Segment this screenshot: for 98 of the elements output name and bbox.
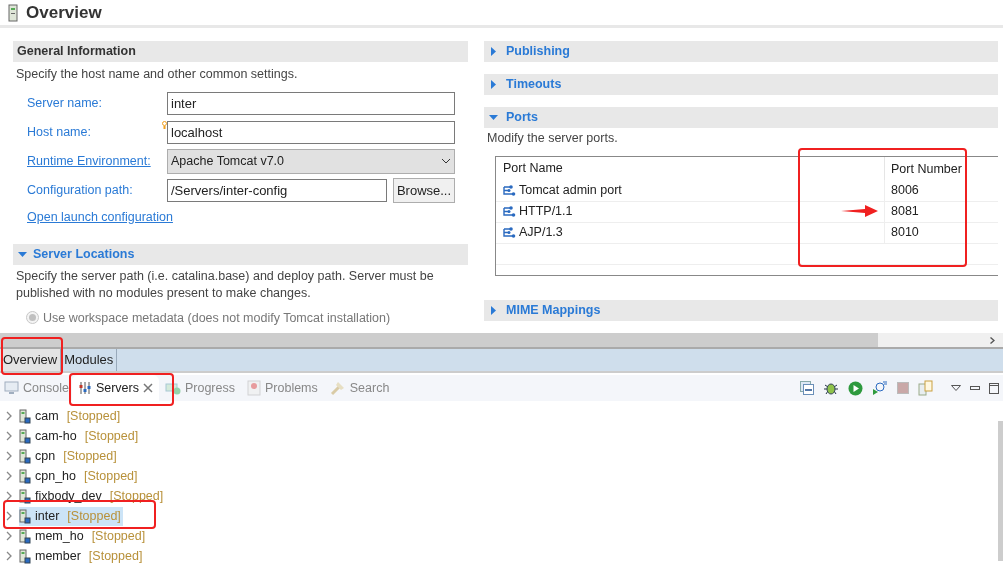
table-cell-text: AJP/1.3 (519, 224, 563, 242)
dropdown[interactable]: Apache Tomcat v7.0 (167, 148, 455, 174)
scroll-right-icon[interactable] (990, 337, 995, 344)
collapse-icon[interactable] (18, 249, 27, 259)
expand-icon[interactable] (489, 47, 498, 56)
collapse-all-icon[interactable] (800, 381, 814, 395)
chevron-down-icon (441, 158, 451, 165)
section-description: Specify the host name and other common settings. (15, 66, 299, 83)
port-icon (502, 184, 516, 198)
expand-icon[interactable] (489, 80, 498, 89)
dropdown-value: Apache Tomcat v7.0 (171, 152, 285, 170)
tab-label: Console (23, 379, 69, 397)
text-field[interactable]: /Servers/inter-config (167, 178, 387, 202)
problems-icon (247, 380, 261, 396)
section-description: Modify the server ports. (486, 130, 619, 147)
expand-icon[interactable] (489, 305, 498, 315)
view-tab[interactable]: Servers (71, 375, 159, 401)
server-item[interactable]: cpn_ho [Stopped] (19, 466, 140, 486)
server-item[interactable]: cam [Stopped] (19, 406, 123, 426)
server-status: [Stopped] (84, 467, 138, 485)
table-cell-text: HTTP/1.1 (519, 203, 573, 221)
server-icon (19, 508, 31, 524)
port-icon (502, 226, 516, 240)
server-status: [Stopped] (67, 507, 121, 525)
label-link[interactable]: Runtime Environment: (27, 151, 162, 171)
server-status: [Stopped] (109, 487, 164, 505)
column-header[interactable]: Port Number (884, 156, 998, 181)
field-label: Server name: (27, 94, 104, 112)
server-name: fixbody_dev (35, 487, 102, 505)
publish-icon[interactable] (918, 380, 934, 396)
server-item[interactable]: member [Stopped] (19, 546, 145, 564)
profile-icon[interactable] (872, 380, 888, 396)
server-name: inter (35, 507, 60, 525)
server-icon (19, 548, 31, 564)
scrollbar-thumb[interactable] (0, 333, 878, 347)
section-title: General Information (17, 43, 136, 61)
server-name: mem_ho (35, 527, 84, 545)
text-field[interactable]: localhost (167, 120, 455, 144)
table-cell-text: Tomcat admin port (519, 182, 622, 200)
server-name: cam-ho (35, 427, 77, 445)
server-item[interactable]: fixbody_dev [Stopped] (19, 486, 166, 506)
server-icon (19, 528, 31, 544)
launch-config-link[interactable]: Open launch configuration (27, 209, 173, 224)
server-name: cam (35, 407, 59, 425)
server-icon (8, 3, 18, 22)
search-icon (329, 380, 346, 396)
maximize-icon[interactable] (989, 382, 999, 394)
section-title: Ports (506, 109, 538, 127)
progress-icon (164, 381, 181, 395)
editor-title: Overview (26, 1, 102, 24)
section-title: MIME Mappings (506, 301, 601, 319)
server-icon (19, 428, 31, 444)
server-icon (19, 488, 31, 504)
server-item[interactable]: mem_ho [Stopped] (19, 526, 148, 546)
servers-icon (77, 381, 92, 395)
tab-label: Progress (184, 379, 235, 397)
browse-button[interactable]: Browse... (393, 177, 455, 203)
play-icon[interactable] (848, 380, 863, 396)
server-name: cpn_ho (35, 467, 76, 485)
server-status: [Stopped] (84, 427, 139, 445)
server-name: cpn (35, 447, 56, 465)
view-menu-icon[interactable] (951, 385, 961, 391)
section-title: Server Locations (33, 245, 135, 263)
server-item[interactable]: inter [Stopped] (19, 506, 123, 526)
vertical-scrollbar[interactable] (998, 421, 1003, 561)
server-status: [Stopped] (91, 527, 146, 545)
collapse-icon[interactable] (489, 113, 498, 122)
server-status: [Stopped] (88, 547, 143, 564)
tab-label: Servers (95, 379, 139, 397)
close-icon[interactable] (142, 383, 153, 393)
section-title: Publishing (506, 43, 570, 61)
console-icon (4, 381, 19, 395)
port-icon (502, 205, 516, 219)
text-field[interactable]: inter (167, 91, 455, 115)
highlight-frame (1, 337, 63, 375)
table-cell: 8006 (884, 180, 998, 202)
column-header[interactable]: Port Name (496, 159, 884, 179)
radio-label: Use workspace metadata (does not modify Tomcat installation) (43, 309, 391, 327)
server-icon (19, 448, 31, 464)
server-name: member (35, 547, 81, 564)
server-status: [Stopped] (63, 447, 117, 465)
server-status: [Stopped] (66, 407, 121, 425)
editor-tab[interactable]: Modules (61, 349, 118, 371)
field-label: Configuration path: (27, 181, 134, 199)
editor-tab[interactable]: Overview (0, 349, 62, 371)
server-icon (19, 408, 31, 424)
server-icon (19, 468, 31, 484)
tab-label: Search (349, 379, 390, 397)
field-label: Host name: (27, 123, 92, 141)
table-cell: 8010 (884, 222, 998, 244)
bug-icon[interactable] (823, 380, 839, 396)
section-description: Specify the server path (i.e. catalina.base) and deploy path. Server must be published with no modules present to make changes. (15, 267, 435, 302)
minimize-icon[interactable] (970, 386, 980, 390)
tab-label: Problems (265, 379, 318, 397)
table-cell: 8081 (884, 201, 998, 223)
section-title: Timeouts (506, 76, 562, 94)
server-item[interactable]: cpn [Stopped] (19, 446, 119, 466)
server-item[interactable]: cam-ho [Stopped] (19, 426, 141, 446)
